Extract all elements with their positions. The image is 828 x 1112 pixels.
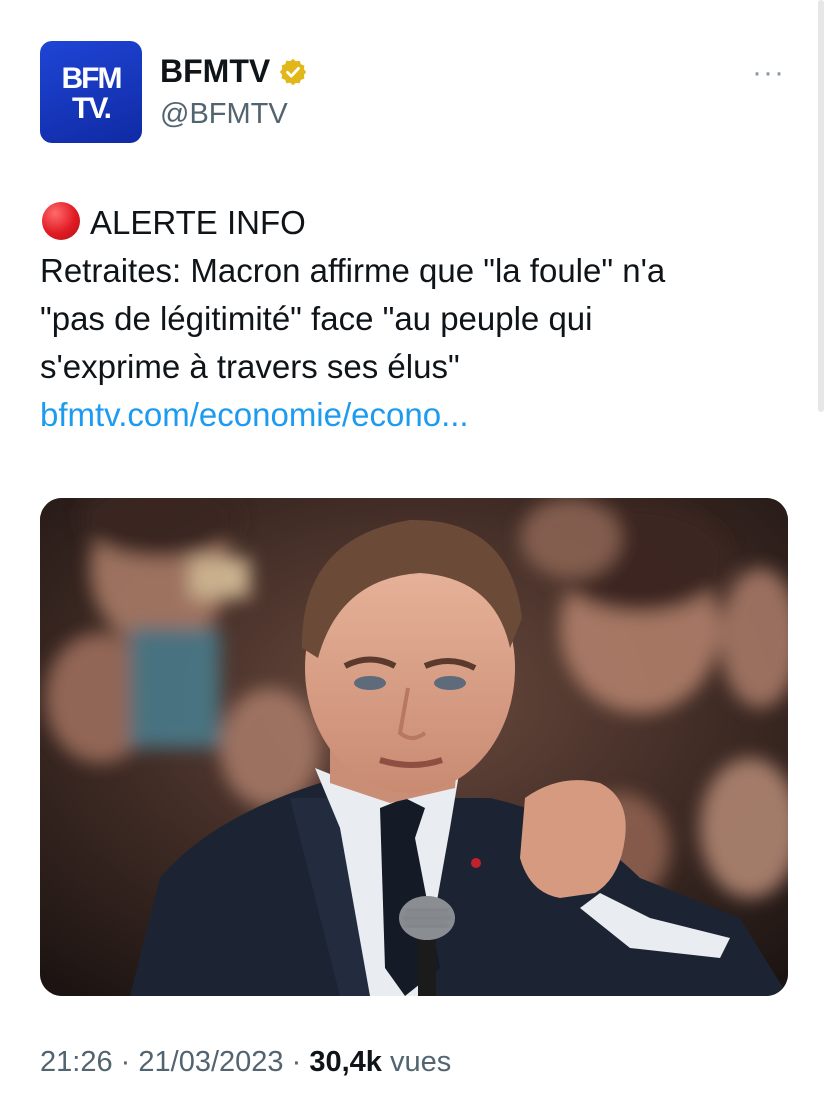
avatar[interactable]: BFM TV.	[40, 41, 142, 143]
display-name[interactable]: BFMTV	[160, 53, 270, 90]
meta-separator: ·	[291, 1046, 302, 1078]
red-circle-icon	[42, 202, 80, 240]
tweet-meta: 21:26 · 21/03/2023 · 30,4k vues	[40, 1046, 451, 1079]
account-name-row[interactable]: BFMTV	[160, 53, 308, 90]
tweet-line-2: "pas de légitimité" face "au peuple qui	[40, 300, 593, 337]
more-options-icon[interactable]: ···	[752, 58, 785, 88]
tweet-time[interactable]: 21:26	[40, 1046, 113, 1078]
tweet-text: ALERTE INFO Retraites: Macron affirme qu…	[40, 199, 800, 439]
tweet-photo[interactable]	[40, 498, 788, 996]
article-link[interactable]: bfmtv.com/economie/econo...	[40, 391, 800, 439]
photo-macron-speaking	[40, 498, 788, 996]
tweet-line-3: s'exprime à travers ses élus"	[40, 348, 460, 385]
views-count: 30,4k	[309, 1046, 382, 1078]
meta-separator: ·	[120, 1046, 131, 1078]
verified-badge-icon	[280, 58, 307, 85]
avatar-logo-line2: TV.	[72, 92, 112, 125]
alert-line: ALERTE INFO	[40, 199, 800, 247]
views-label: vues	[389, 1046, 452, 1078]
scrollbar[interactable]	[818, 0, 824, 412]
tweet-line-1: Retraites: Macron affirme que "la foule"…	[40, 252, 666, 289]
account-handle[interactable]: @BFMTV	[160, 98, 288, 131]
tweet-date[interactable]: 21/03/2023	[138, 1046, 283, 1078]
alert-label: ALERTE INFO	[90, 204, 306, 241]
avatar-logo-line1: BFM	[61, 62, 123, 95]
